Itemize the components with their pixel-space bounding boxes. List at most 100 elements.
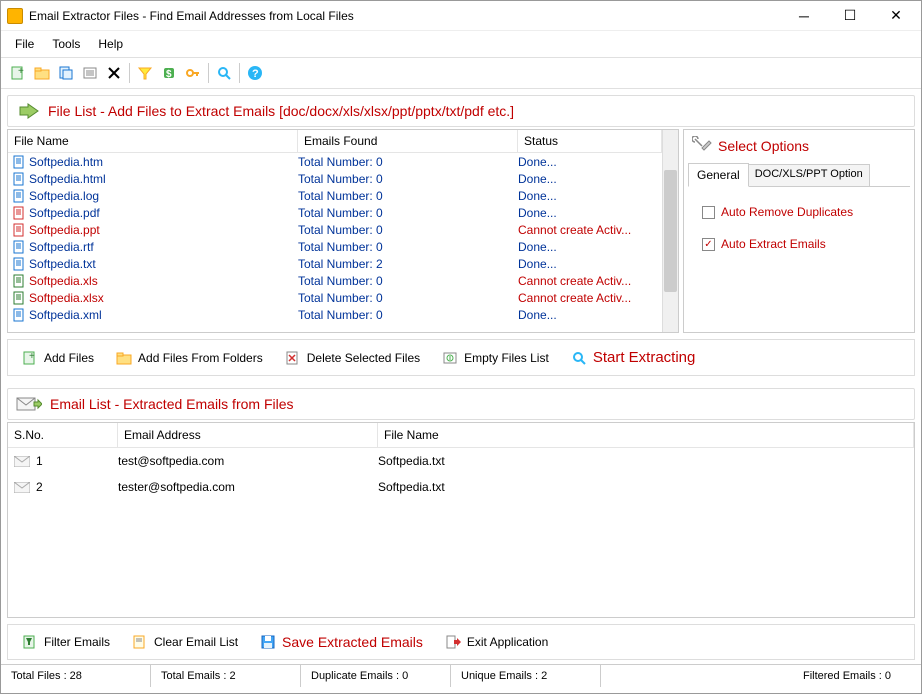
add-file-icon: + <box>22 350 38 366</box>
tb-search-icon[interactable] <box>213 62 235 84</box>
sno-text: 1 <box>36 454 43 468</box>
file-row[interactable]: Softpedia.htmTotal Number: 0Done... <box>8 153 662 170</box>
toolbar-separator <box>129 63 130 83</box>
email-filename-cell: Softpedia.txt <box>378 480 914 494</box>
envelope-icon <box>14 456 30 467</box>
file-row[interactable]: Softpedia.xlsxTotal Number: 0Cannot crea… <box>8 289 662 306</box>
email-address-cell: tester@softpedia.com <box>118 480 378 494</box>
app-icon <box>7 8 23 24</box>
emails-found-cell: Total Number: 0 <box>298 189 518 203</box>
file-row[interactable]: Softpedia.logTotal Number: 0Done... <box>8 187 662 204</box>
status-cell: Done... <box>518 308 662 322</box>
file-name-cell: Softpedia.xls <box>8 274 298 288</box>
toolbar-separator <box>239 63 240 83</box>
envelope-icon <box>14 482 30 493</box>
delete-selected-files-button[interactable]: Delete Selected Files <box>276 346 429 370</box>
add-files-label: Add Files <box>44 351 94 365</box>
status-cell: Done... <box>518 189 662 203</box>
col-file-name[interactable]: File Name <box>8 130 298 152</box>
status-cell: Cannot create Activ... <box>518 291 662 305</box>
exit-icon <box>445 634 461 650</box>
tb-help-icon[interactable]: ? <box>244 62 266 84</box>
file-row[interactable]: Softpedia.pdfTotal Number: 0Done... <box>8 204 662 221</box>
tb-delete-icon[interactable] <box>103 62 125 84</box>
title-bar: Email Extractor Files - Find Email Addre… <box>1 1 921 31</box>
checkbox-auto-remove-duplicates[interactable]: Auto Remove Duplicates <box>702 205 902 219</box>
scrollbar-thumb[interactable] <box>664 170 677 291</box>
tb-copy-icon[interactable] <box>55 62 77 84</box>
menu-bar: File Tools Help <box>1 31 921 58</box>
start-extracting-button[interactable]: Start Extracting <box>562 345 705 370</box>
file-row[interactable]: Softpedia.xmlTotal Number: 0Done... <box>8 306 662 323</box>
tb-list-icon[interactable] <box>79 62 101 84</box>
emails-found-cell: Total Number: 0 <box>298 172 518 186</box>
file-row[interactable]: Softpedia.rtfTotal Number: 0Done... <box>8 238 662 255</box>
file-actions-bar: + Add Files Add Files From Folders Delet… <box>7 339 915 376</box>
tb-filter-icon[interactable] <box>134 62 156 84</box>
file-list-section-header: File List - Add Files to Extract Emails … <box>7 95 915 127</box>
file-row[interactable]: Softpedia.htmlTotal Number: 0Done... <box>8 170 662 187</box>
status-cell: Done... <box>518 257 662 271</box>
col-status[interactable]: Status <box>518 130 662 152</box>
save-extracted-emails-button[interactable]: Save Extracted Emails <box>251 630 432 654</box>
file-icon <box>12 308 26 322</box>
file-icon <box>12 206 26 220</box>
file-list-body[interactable]: Softpedia.htmTotal Number: 0Done...Softp… <box>8 153 662 332</box>
file-icon <box>12 240 26 254</box>
file-icon <box>12 291 26 305</box>
add-folders-label: Add Files From Folders <box>138 351 263 365</box>
email-list-body[interactable]: 1test@softpedia.comSoftpedia.txt2tester@… <box>8 448 914 617</box>
col-emails-found[interactable]: Emails Found <box>298 130 518 152</box>
tab-doc-xls-ppt[interactable]: DOC/XLS/PPT Option <box>748 164 870 186</box>
maximize-button[interactable]: ☐ <box>827 1 873 31</box>
cb-dup-label: Auto Remove Duplicates <box>721 205 853 219</box>
emails-found-cell: Total Number: 2 <box>298 257 518 271</box>
col-email-filename[interactable]: File Name <box>378 423 914 447</box>
file-icon <box>12 257 26 271</box>
empty-files-list-button[interactable]: Empty Files List <box>433 346 558 370</box>
file-row[interactable]: Softpedia.pptTotal Number: 0Cannot creat… <box>8 221 662 238</box>
status-total-emails: Total Emails : 2 <box>151 665 301 687</box>
exit-application-button[interactable]: Exit Application <box>436 630 557 654</box>
menu-help[interactable]: Help <box>90 35 131 53</box>
tb-dollar-icon[interactable]: $ <box>158 62 180 84</box>
minimize-button[interactable]: ─ <box>781 1 827 31</box>
add-files-button[interactable]: + Add Files <box>13 346 103 370</box>
col-sno[interactable]: S.No. <box>8 423 118 447</box>
filter-emails-button[interactable]: Filter Emails <box>13 630 119 654</box>
status-cell: Done... <box>518 172 662 186</box>
file-icon <box>12 189 26 203</box>
close-button[interactable]: ✕ <box>873 1 919 31</box>
clear-label: Clear Email List <box>154 635 238 649</box>
delete-file-icon <box>285 350 301 366</box>
status-unique-emails: Unique Emails : 2 <box>451 665 601 687</box>
status-filtered-emails: Filtered Emails : 0 <box>601 665 921 687</box>
options-title: Select Options <box>718 138 809 154</box>
menu-file[interactable]: File <box>7 35 42 53</box>
tb-folder-icon[interactable] <box>31 62 53 84</box>
file-row[interactable]: Softpedia.txtTotal Number: 2Done... <box>8 255 662 272</box>
envelope-arrow-icon <box>16 395 42 413</box>
save-label: Save Extracted Emails <box>282 634 423 650</box>
options-panel: Select Options General DOC/XLS/PPT Optio… <box>683 129 915 333</box>
checkbox-checked-icon: ✓ <box>702 238 715 251</box>
email-row[interactable]: 2tester@softpedia.comSoftpedia.txt <box>8 474 914 500</box>
tab-general[interactable]: General <box>688 163 749 187</box>
file-row[interactable]: Softpedia.xlsTotal Number: 0Cannot creat… <box>8 272 662 289</box>
tb-key-icon[interactable] <box>182 62 204 84</box>
arrow-right-icon <box>16 102 40 120</box>
emails-found-cell: Total Number: 0 <box>298 240 518 254</box>
email-row[interactable]: 1test@softpedia.comSoftpedia.txt <box>8 448 914 474</box>
scrollbar[interactable] <box>662 130 678 332</box>
clear-email-list-button[interactable]: Clear Email List <box>123 630 247 654</box>
empty-list-icon <box>442 350 458 366</box>
checkbox-auto-extract-emails[interactable]: ✓ Auto Extract Emails <box>702 237 902 251</box>
col-email-address[interactable]: Email Address <box>118 423 378 447</box>
status-cell: Cannot create Activ... <box>518 223 662 237</box>
tb-add-file-icon[interactable]: + <box>7 62 29 84</box>
empty-label: Empty Files List <box>464 351 549 365</box>
file-name-text: Softpedia.xlsx <box>29 291 104 305</box>
add-files-from-folders-button[interactable]: Add Files From Folders <box>107 346 272 370</box>
toolbar-separator <box>208 63 209 83</box>
menu-tools[interactable]: Tools <box>44 35 88 53</box>
